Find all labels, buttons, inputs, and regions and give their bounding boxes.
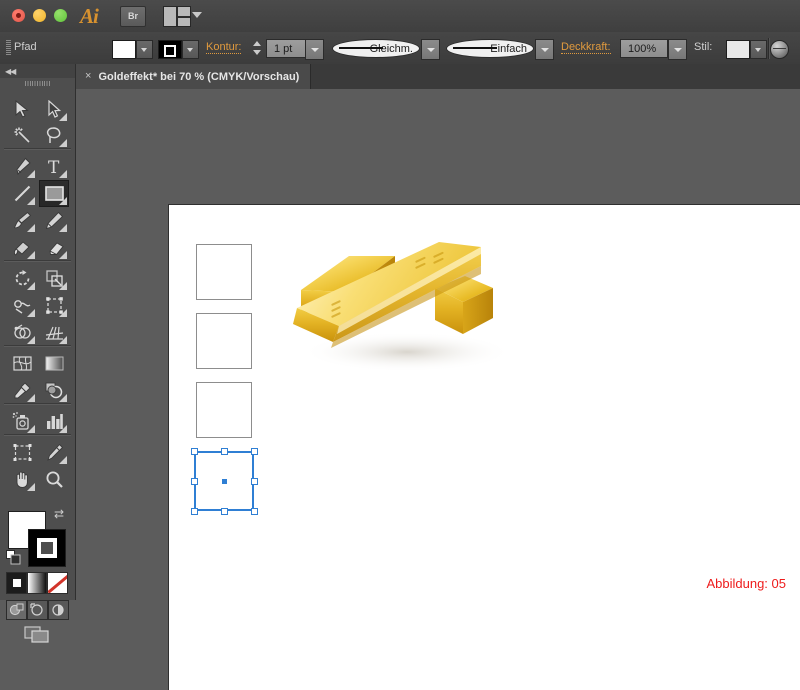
- magic-wand-tool[interactable]: [7, 122, 37, 149]
- stroke-profile-preview: [453, 47, 497, 49]
- opacity-input[interactable]: 100%: [620, 39, 668, 58]
- artboard-tool[interactable]: [7, 439, 37, 466]
- draw-mode-buttons: [6, 600, 69, 620]
- gradient-tool[interactable]: [39, 350, 69, 377]
- shape-builder-tool[interactable]: [7, 319, 37, 346]
- gold-bars-image[interactable]: [287, 230, 517, 380]
- selection-handle[interactable]: [220, 507, 228, 515]
- style-label: Stil:: [694, 41, 713, 53]
- scale-tool[interactable]: [39, 265, 69, 292]
- blend-tool[interactable]: [39, 377, 69, 404]
- toolbar-stroke-swatch[interactable]: [28, 529, 66, 567]
- rotate-tool[interactable]: [7, 265, 37, 292]
- perspective-grid-tool[interactable]: [39, 319, 69, 346]
- selection-handle[interactable]: [190, 507, 198, 515]
- document-tab-bar: × Goldeffekt* bei 70 % (CMYK/Vorschau): [0, 64, 800, 90]
- tools-panel-grip[interactable]: [25, 81, 51, 86]
- hand-tool[interactable]: [7, 466, 37, 493]
- fill-swatch[interactable]: [112, 40, 136, 59]
- tools-panel: ◀◀ T ⇄: [0, 64, 76, 643]
- application-title-bar: Ai Br: [0, 0, 800, 33]
- document-tab-label: Goldeffekt* bei 70 % (CMYK/Vorschau): [98, 70, 300, 83]
- canvas-background[interactable]: Abbildung: 05: [75, 89, 800, 690]
- symbol-sprayer-tool[interactable]: [7, 408, 37, 435]
- brush-definition-chevron-down-icon[interactable]: [421, 39, 440, 60]
- zoom-window-button[interactable]: [54, 9, 67, 22]
- selection-tool[interactable]: [7, 96, 37, 123]
- illustrator-logo: Ai: [80, 4, 99, 28]
- arrange-chevron-down-icon[interactable]: [192, 12, 202, 18]
- pen-tool[interactable]: [7, 153, 37, 180]
- default-fill-stroke-icon[interactable]: [6, 550, 21, 565]
- selection-handle[interactable]: [250, 477, 258, 485]
- stroke-swatch[interactable]: [158, 40, 182, 59]
- fill-chevron-down-icon[interactable]: [136, 40, 153, 59]
- square-1[interactable]: [196, 244, 252, 300]
- square-2[interactable]: [196, 313, 252, 369]
- lasso-tool[interactable]: [39, 122, 69, 149]
- paintbrush-tool[interactable]: [7, 207, 37, 234]
- draw-normal-button[interactable]: [6, 600, 27, 620]
- svg-text:T: T: [48, 158, 60, 176]
- window-controls: [12, 9, 67, 22]
- type-tool[interactable]: T: [39, 153, 69, 180]
- pencil-tool[interactable]: [39, 207, 69, 234]
- artboard[interactable]: [168, 204, 800, 690]
- line-segment-tool[interactable]: [7, 180, 37, 207]
- selection-handle[interactable]: [190, 447, 198, 455]
- stroke-chevron-down-icon[interactable]: [182, 40, 199, 59]
- square-3[interactable]: [196, 382, 252, 438]
- close-window-button[interactable]: [12, 9, 25, 22]
- workspace-globe-icon[interactable]: [770, 40, 789, 59]
- selection-handle[interactable]: [220, 447, 228, 455]
- opacity-chevron-down-icon[interactable]: [668, 39, 687, 60]
- tools-panel-header: ◀◀: [0, 64, 75, 78]
- control-bar: Pfad Kontur: 1 pt Gleichm. Einfach Deckk…: [0, 32, 800, 65]
- bridge-button[interactable]: Br: [120, 6, 146, 27]
- illustrator-window: Ai Br Pfad Kontur: 1 pt Gleichm. Einfach…: [0, 0, 800, 690]
- slice-tool[interactable]: [39, 439, 69, 466]
- mesh-tool[interactable]: [7, 350, 37, 377]
- selection-type-label: Pfad: [14, 41, 37, 53]
- stroke-profile-chevron-down-icon[interactable]: [535, 39, 554, 60]
- eraser-tool[interactable]: [39, 234, 69, 261]
- direct-selection-tool[interactable]: [39, 96, 69, 123]
- eyedropper-tool[interactable]: [7, 377, 37, 404]
- stroke-weight-chevron-down-icon[interactable]: [305, 39, 324, 60]
- column-graph-tool[interactable]: [39, 408, 69, 435]
- free-transform-tool[interactable]: [39, 292, 69, 319]
- draw-behind-button[interactable]: [27, 600, 48, 620]
- selection-handle[interactable]: [190, 477, 198, 485]
- brush-stroke-preview: [339, 47, 383, 49]
- gradient-mode-button[interactable]: [26, 572, 48, 594]
- graphic-style-swatch[interactable]: [726, 40, 750, 59]
- draw-inside-button[interactable]: [48, 600, 69, 620]
- screen-mode-button[interactable]: [24, 624, 52, 644]
- zoom-tool[interactable]: [39, 466, 69, 493]
- control-bar-grip[interactable]: [6, 40, 11, 56]
- rectangle-tool[interactable]: [39, 180, 69, 207]
- graphic-style-chevron-down-icon[interactable]: [750, 40, 767, 59]
- minimize-window-button[interactable]: [33, 9, 46, 22]
- none-mode-button[interactable]: [47, 572, 69, 594]
- selection-handle[interactable]: [250, 507, 258, 515]
- stroke-weight-stepper[interactable]: [252, 39, 263, 58]
- stroke-weight-label[interactable]: Kontur:: [206, 41, 242, 54]
- arrange-documents-icon[interactable]: [163, 6, 191, 27]
- selection-handle[interactable]: [250, 447, 258, 455]
- color-mode-button[interactable]: [6, 572, 27, 594]
- blob-brush-tool[interactable]: [7, 234, 37, 261]
- figure-caption: Abbildung: 05: [706, 576, 786, 591]
- opacity-label[interactable]: Deckkraft:: [561, 41, 611, 54]
- width-tool[interactable]: [7, 292, 37, 319]
- color-mode-buttons: [6, 572, 69, 594]
- close-icon[interactable]: ×: [85, 71, 91, 82]
- center-anchor-point: [221, 478, 227, 484]
- document-tab[interactable]: × Goldeffekt* bei 70 % (CMYK/Vorschau): [76, 64, 312, 89]
- swap-fill-stroke-icon[interactable]: ⇄: [54, 507, 64, 521]
- collapse-panel-icon[interactable]: ◀◀: [5, 67, 16, 76]
